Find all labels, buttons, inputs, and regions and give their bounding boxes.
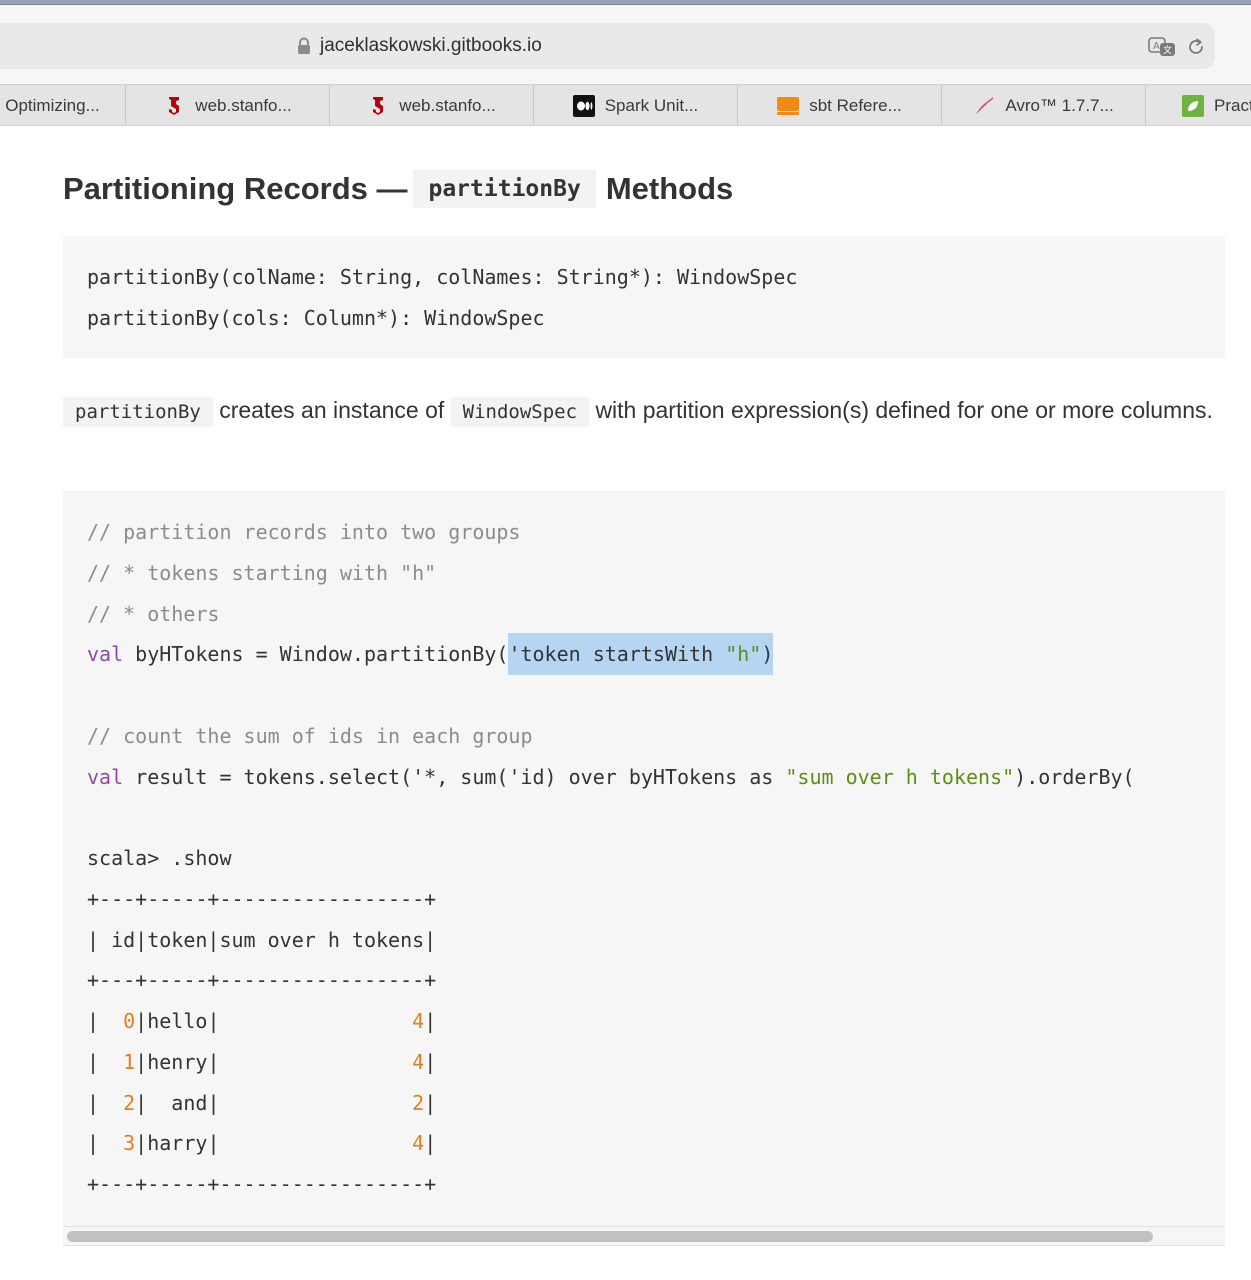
code-comment: // count the sum of ids in each group — [87, 724, 533, 748]
lock-icon — [297, 37, 311, 55]
tab-label: web.stanfo... — [195, 95, 292, 115]
row-token: henry — [147, 1050, 208, 1074]
code-text: result = tokens.select('*, sum('id) over… — [123, 765, 786, 789]
code-keyword: val — [87, 765, 124, 789]
selected-text[interactable]: 'token startsWith "h") — [508, 633, 774, 675]
table-border: +---+-----+-----------------+ — [87, 968, 437, 992]
code-keyword: val — [87, 642, 124, 666]
tab-label: Optimizing... — [5, 95, 100, 115]
row-sum: 4 — [412, 1131, 425, 1155]
table-row: | 3|harry| 4| — [87, 1131, 437, 1155]
svg-text:文: 文 — [1163, 44, 1172, 56]
inline-code: partitionBy — [63, 397, 213, 427]
row-sum: 4 — [412, 1050, 425, 1074]
row-id: 2 — [123, 1091, 136, 1115]
row-sum: 2 — [412, 1091, 425, 1115]
row-token: and — [147, 1091, 208, 1115]
inline-code: WindowSpec — [450, 397, 590, 427]
browser-toolbar: jaceklaskowski.gitbooks.io A文 — [0, 5, 1251, 84]
tab-label: Avro™ 1.7.7... — [1005, 95, 1114, 115]
code-string: "sum over h tokens" — [785, 765, 1015, 789]
tab-label: Pract — [1214, 95, 1251, 115]
signature-code-block: partitionBy(colName: String, colNames: S… — [63, 236, 1225, 358]
tab-sbt-reference[interactable]: sbt Refere... — [738, 85, 942, 125]
translate-icon[interactable]: A文 — [1148, 37, 1176, 57]
table-row: | 2| and| 2| — [87, 1091, 437, 1115]
code-text: byHTokens = Window.partitionBy( — [123, 642, 509, 666]
example-code-block[interactable]: // partition records into two groups // … — [63, 491, 1225, 1226]
scrollbar-thumb[interactable] — [67, 1231, 1153, 1242]
code-text: 'token startsWith — [508, 642, 726, 666]
reload-icon[interactable] — [1186, 37, 1206, 57]
code-comment: // * others — [87, 602, 220, 626]
tab-label: sbt Refere... — [809, 95, 902, 115]
table-border: +---+-----+-----------------+ — [87, 1172, 437, 1196]
medium-logo-icon — [572, 94, 595, 117]
tab-pract[interactable]: Pract — [1146, 85, 1251, 125]
table-row: | 0|hello| 4| — [87, 1009, 437, 1033]
tab-web-stanford-2[interactable]: web.stanfo... — [330, 85, 534, 125]
leaf-logo-icon — [1182, 94, 1204, 117]
paragraph-text: creates an instance of — [219, 397, 445, 423]
row-id: 0 — [123, 1009, 136, 1033]
row-sum: 4 — [412, 1009, 425, 1033]
tab-web-stanford-1[interactable]: web.stanfo... — [126, 85, 330, 125]
address-bar[interactable]: jaceklaskowski.gitbooks.io A文 — [0, 23, 1215, 69]
code-line: partitionBy(colName: String, colNames: S… — [87, 265, 798, 289]
description-paragraph: partitionBy creates an instance of Windo… — [63, 390, 1233, 432]
code-string: "h" — [725, 642, 762, 666]
code-line: partitionBy(cols: Column*): WindowSpec — [87, 306, 545, 330]
code-line: val byHTokens = Window.partitionBy('toke… — [87, 633, 774, 675]
tab-label: web.stanfo... — [399, 95, 496, 115]
code-comment: // partition records into two groups — [87, 520, 521, 544]
stanford-logo-icon — [163, 95, 185, 117]
table-border: +---+-----+-----------------+ — [87, 887, 437, 911]
code-line: val result = tokens.select('*, sum('id) … — [87, 757, 1135, 798]
code-text: ) — [761, 642, 774, 666]
stanford-logo-icon — [367, 95, 389, 117]
tab-optimizing[interactable]: Optimizing... — [0, 85, 126, 125]
address-text[interactable]: jaceklaskowski.gitbooks.io — [320, 35, 542, 57]
heading-text: Partitioning Records — — [63, 171, 408, 206]
row-token: hello — [147, 1009, 208, 1033]
paragraph-text: with partition expression(s) defined for… — [595, 397, 1213, 423]
horizontal-scrollbar[interactable] — [63, 1226, 1225, 1246]
row-id: 1 — [123, 1050, 136, 1074]
table-row: | 1|henry| 4| — [87, 1050, 437, 1074]
apache-feather-icon — [973, 95, 995, 117]
row-id: 3 — [123, 1131, 136, 1155]
code-line: scala> .show — [87, 846, 232, 870]
tab-avro[interactable]: Avro™ 1.7.7... — [942, 85, 1146, 125]
sbt-logo-icon — [777, 95, 800, 117]
table-header: | id|token|sum over h tokens| — [87, 928, 437, 952]
heading-code: partitionBy — [413, 170, 596, 208]
svg-text:A: A — [1153, 41, 1160, 52]
page-content: Partitioning Records — partitionBy Metho… — [0, 127, 1251, 1280]
code-comment: // * tokens starting with "h" — [87, 561, 437, 585]
tab-spark-unit[interactable]: Spark Unit... — [534, 85, 738, 125]
heading-suffix: Methods — [605, 171, 734, 206]
tab-label: Spark Unit... — [604, 95, 699, 115]
section-heading: Partitioning Records — partitionBy Metho… — [63, 167, 733, 211]
row-token: harry — [147, 1131, 208, 1155]
code-text: ).orderBy( — [1014, 765, 1135, 789]
bookmarks-tab-strip: Optimizing... web.stanfo... web.stanfo..… — [0, 84, 1251, 126]
